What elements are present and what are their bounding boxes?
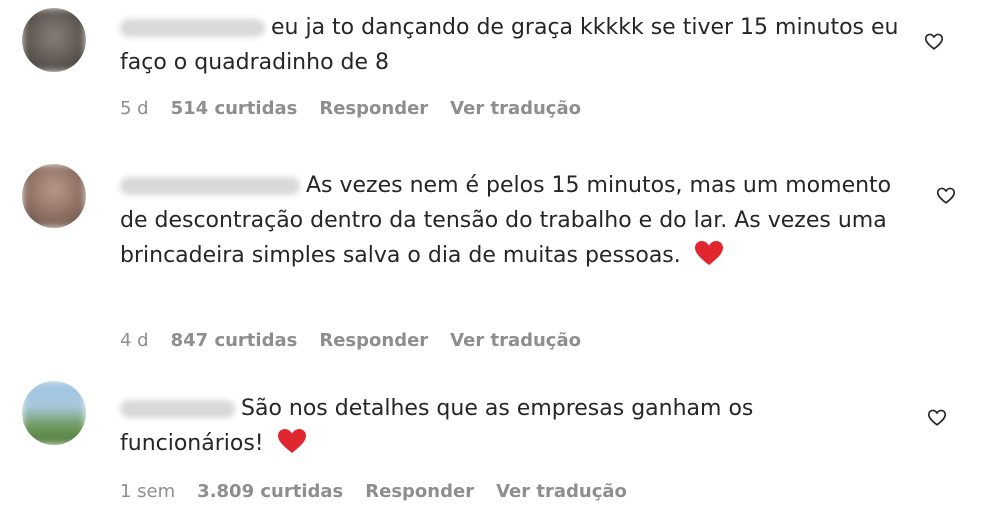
reply-button[interactable]: Responder — [319, 330, 428, 351]
reply-button[interactable]: Responder — [319, 98, 428, 119]
heart-outline-icon[interactable] — [923, 30, 945, 52]
heart-outline-icon[interactable] — [935, 184, 957, 206]
red-heart-emoji — [277, 429, 306, 453]
avatar[interactable] — [22, 381, 86, 445]
red-heart-emoji — [694, 241, 723, 265]
comment-time: 5 d — [120, 98, 149, 119]
comment-item: São nos detalhes que as empresas ganham … — [0, 365, 984, 518]
avatar[interactable] — [22, 8, 86, 72]
comment-item: eu ja to dançando de graça kkkkk se tive… — [0, 0, 984, 150]
translate-button[interactable]: Ver tradução — [496, 481, 627, 502]
username-blurred[interactable] — [120, 19, 265, 37]
heart-outline-icon[interactable] — [926, 406, 948, 428]
comment-meta: 1 sem 3.809 curtidas Responder Ver tradu… — [120, 481, 627, 502]
comment-time: 1 sem — [120, 481, 176, 502]
likes-count[interactable]: 514 curtidas — [171, 98, 298, 119]
translate-button[interactable]: Ver tradução — [450, 98, 581, 119]
comment-body: São nos detalhes que as empresas ganham … — [120, 391, 900, 461]
translate-button[interactable]: Ver tradução — [450, 330, 581, 351]
comment-meta: 4 d 847 curtidas Responder Ver tradução — [120, 330, 581, 351]
comment-time: 4 d — [120, 330, 149, 351]
comment-meta: 5 d 514 curtidas Responder Ver tradução — [120, 98, 581, 119]
comment-body: As vezes nem é pelos 15 minutos, mas um … — [120, 168, 900, 273]
likes-count[interactable]: 847 curtidas — [171, 330, 298, 351]
comment-item: As vezes nem é pelos 15 minutos, mas um … — [0, 150, 984, 365]
likes-count[interactable]: 3.809 curtidas — [197, 481, 343, 502]
reply-button[interactable]: Responder — [365, 481, 474, 502]
username-blurred[interactable] — [120, 177, 300, 195]
username-blurred[interactable] — [120, 400, 235, 418]
avatar[interactable] — [22, 164, 86, 228]
comment-body: eu ja to dançando de graça kkkkk se tive… — [120, 10, 900, 80]
